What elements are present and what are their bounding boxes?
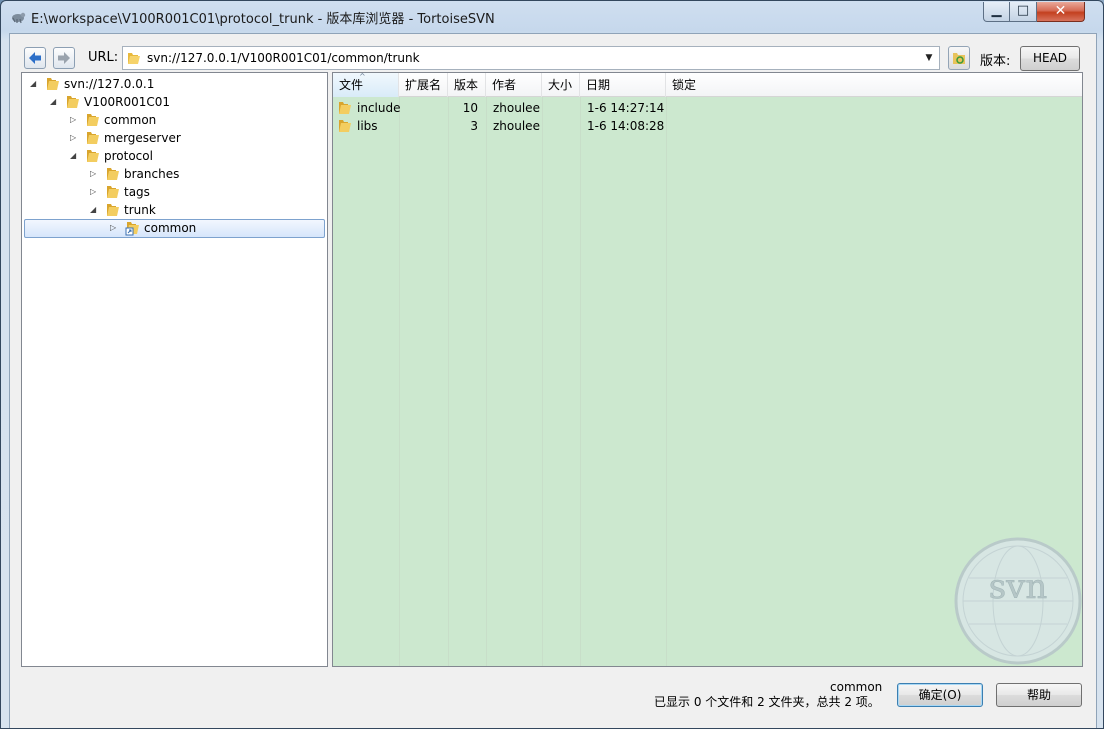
list-cell-date: 1-6 14:27:14 [587,101,665,115]
list-cell-date: 1-6 14:08:28 [587,119,665,133]
column-divider [399,97,400,666]
url-combobox[interactable]: svn://127.0.0.1/V100R001C01/common/trunk… [122,46,940,70]
maximize-button[interactable]: □ [1010,2,1037,22]
column-header-label: 大小 [548,78,573,92]
window-title: E:\workspace\V100R001C01\protocol_trunk … [31,12,495,27]
tortoisesvn-app-icon [12,12,26,24]
forward-button[interactable] [53,47,75,69]
tree-node[interactable]: ▷ mergeserver [22,129,322,147]
ok-button[interactable]: 确定(O) [897,683,983,707]
url-label: URL: [88,50,119,65]
column-header-author[interactable]: 作者 [486,73,542,97]
client-area: URL: svn://127.0.0.1/V100R001C01/common/… [9,33,1097,728]
tree-node[interactable]: ▷ branches [22,165,322,183]
list-row[interactable]: include 10 zhoulee 1-6 14:27:14 [333,99,1082,117]
tree-node-label: branches [124,167,180,181]
tree-node-label: tags [124,185,150,199]
tree-node-label: mergeserver [104,131,181,145]
close-button[interactable]: ✕ [1037,2,1085,22]
tree-expanded-icon[interactable]: ◢ [90,204,99,216]
tree-node[interactable]: ◢ svn://127.0.0.1 [22,75,322,93]
tree-node-label: protocol [104,149,153,163]
maximize-icon: □ [1016,3,1030,18]
tree-node-label: common [144,221,197,235]
help-button[interactable]: 帮助 [996,683,1082,707]
repo-browser-window: E:\workspace\V100R001C01\protocol_trunk … [0,0,1104,729]
minimize-icon: ▁ [991,3,1002,18]
revision-history-button[interactable] [948,46,970,70]
folder-icon [338,118,352,137]
column-header-label: 日期 [586,78,611,92]
tree-collapsed-icon[interactable]: ▷ [70,132,79,144]
tree-expanded-icon[interactable]: ◢ [70,150,79,162]
tree-node-label: trunk [124,203,156,217]
tree-node-label: common [104,113,157,127]
close-icon: ✕ [1054,3,1067,19]
tree-node-label: V100R001C01 [84,95,171,109]
head-revision-button[interactable]: HEAD [1020,46,1080,71]
column-divider [448,97,449,666]
tree-collapsed-icon[interactable]: ▷ [70,114,79,126]
list-cell-name: libs [357,119,378,133]
list-cell-rev: 10 [462,101,478,115]
selected-item-label: common [830,680,883,694]
title-bar[interactable]: E:\workspace\V100R001C01\protocol_trunk … [1,1,1103,33]
column-header-label: 锁定 [672,78,697,92]
column-header-date[interactable]: 日期 [580,73,666,97]
tree-collapsed-icon[interactable]: ▷ [90,168,99,180]
column-header-label: 版本 [454,78,479,92]
column-header-size[interactable]: 大小 [542,73,580,97]
folder-icon [128,53,140,64]
tree-node[interactable]: ◢ protocol [22,147,322,165]
list-cell-name: include [357,101,401,115]
svn-watermark-text: svn [989,567,1048,607]
list-cell-author: zhoulee [493,119,540,133]
column-header-file[interactable]: ^ 文件 [333,73,399,97]
column-divider [542,97,543,666]
tree-collapsed-icon[interactable]: ▷ [90,186,99,198]
column-header-revision[interactable]: 版本 [448,73,486,97]
tree-node[interactable]: ▷ common [22,219,322,237]
list-cell-author: zhoulee [493,101,540,115]
back-button[interactable] [24,47,46,69]
external-folder-icon [124,220,140,239]
tree-node-label: svn://127.0.0.1 [64,77,155,91]
minimize-button[interactable]: ▁ [983,2,1010,22]
status-summary: 已显示 0 个文件和 2 文件夹，总共 2 项。 [654,695,880,709]
file-list[interactable]: ^ 文件 扩展名 版本 作者 大小 日期 锁定 include 10 zhoulee… [332,72,1083,667]
column-header-extension[interactable]: 扩展名 [399,73,448,97]
arrow-left-icon [29,52,41,64]
tree-node[interactable]: ◢ trunk [22,201,322,219]
column-divider [666,97,667,666]
list-row[interactable]: libs 3 zhoulee 1-6 14:08:28 [333,117,1082,135]
tree-expanded-icon[interactable]: ◢ [30,78,39,90]
arrow-right-icon [58,52,70,64]
tree-node[interactable]: ◢ V100R001C01 [22,93,322,111]
column-divider [580,97,581,666]
url-input[interactable]: svn://127.0.0.1/V100R001C01/common/trunk [147,51,420,65]
tree-node[interactable]: ▷ tags [22,183,322,201]
folder-refresh-icon [953,53,965,64]
repository-tree[interactable]: ◢ svn://127.0.0.1 ◢ V100R001C01 ▷ common ▷ merg… [21,72,328,667]
list-header: ^ 文件 扩展名 版本 作者 大小 日期 锁定 [333,73,1082,97]
tree-collapsed-icon[interactable]: ▷ [110,222,119,234]
sort-ascending-icon: ^ [359,72,366,81]
column-header-label: 作者 [492,78,517,92]
column-header-label: 扩展名 [405,78,442,92]
revision-label: 版本: [980,54,1011,69]
column-header-lock[interactable]: 锁定 [666,73,1082,97]
tree-expanded-icon[interactable]: ◢ [50,96,59,108]
list-cell-rev: 3 [470,119,478,133]
tree-node[interactable]: ▷ common [22,111,322,129]
svn-watermark-logo: svn [954,537,1082,665]
column-divider [486,97,487,666]
chevron-down-icon[interactable]: ▼ [921,49,937,67]
